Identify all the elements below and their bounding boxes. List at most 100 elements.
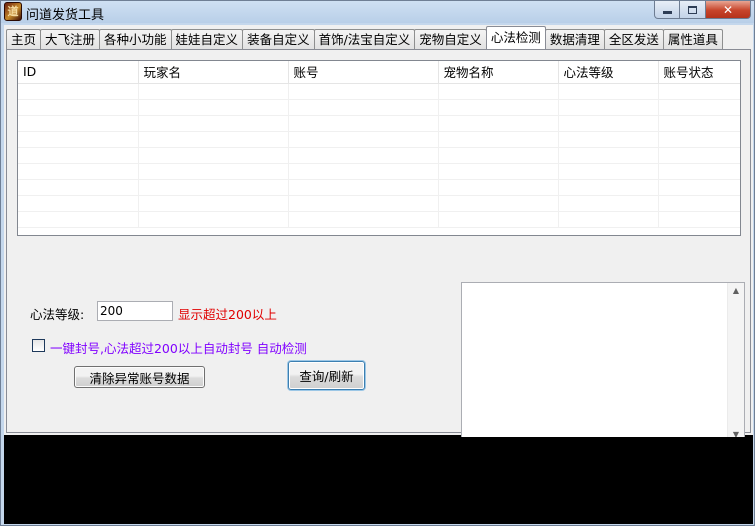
empty-grid-row xyxy=(18,131,740,148)
console-area xyxy=(4,437,753,524)
grid-cell xyxy=(288,179,439,196)
grid-cell xyxy=(288,163,439,180)
column-header[interactable]: 玩家名 xyxy=(138,61,289,84)
grid-cell xyxy=(288,131,439,148)
grid-cell xyxy=(18,99,139,116)
grid-cell xyxy=(558,211,659,228)
column-header[interactable]: ID xyxy=(18,61,139,84)
grid-cell xyxy=(438,179,559,196)
column-header[interactable]: 宠物名称 xyxy=(438,61,559,84)
grid-cell xyxy=(438,195,559,212)
scroll-up-icon[interactable]: ▲ xyxy=(728,283,744,299)
close-icon: ✕ xyxy=(722,2,734,17)
tab-page-xinfa-check: ID玩家名账号宠物名称心法等级账号状态 心法等级: 显示超过200以上 一键封号… xyxy=(6,49,751,444)
grid-cell xyxy=(18,163,139,180)
grid-cell xyxy=(18,83,139,100)
grid-cell xyxy=(288,195,439,212)
grid-cell xyxy=(558,99,659,116)
grid-cell xyxy=(18,179,139,196)
empty-grid-row xyxy=(18,147,740,164)
grid-cell xyxy=(658,195,740,212)
grid-cell xyxy=(438,131,559,148)
grid-cell xyxy=(288,115,439,132)
auto-ban-checkbox[interactable] xyxy=(32,339,45,352)
column-header[interactable]: 心法等级 xyxy=(558,61,659,84)
window-controls: ✕ xyxy=(654,1,751,19)
grid-cell xyxy=(138,211,289,228)
grid-body xyxy=(18,83,740,228)
grid-cell xyxy=(138,115,289,132)
grid-header-row: ID 玩家名 账号 宠物名称 心法等级 账号状态 xyxy=(18,61,740,84)
grid-cell xyxy=(288,83,439,100)
close-button[interactable]: ✕ xyxy=(706,1,751,19)
minimize-icon xyxy=(662,11,672,14)
tab-0[interactable]: 主页 xyxy=(6,29,42,49)
grid-cell xyxy=(658,115,740,132)
grid-cell xyxy=(438,163,559,180)
grid-cell xyxy=(438,83,559,100)
grid-cell xyxy=(438,99,559,116)
app-window: 道 问道发货工具 ✕ 主页 大飞注册 各种小功能 娃娃自定义 装备自定义 首饰/法宝自定义… xyxy=(0,0,755,526)
grid-cell xyxy=(138,99,289,116)
grid-cell xyxy=(558,195,659,212)
grid-cell xyxy=(658,179,740,196)
tab-strip: 主页 大飞注册 各种小功能 娃娃自定义 装备自定义 首饰/法宝自定义 宠物自定义 心法检测 数据… xyxy=(6,26,723,49)
tab-8[interactable]: 数据清理 xyxy=(544,29,605,49)
tab-1[interactable]: 大飞注册 xyxy=(40,29,101,49)
empty-grid-row xyxy=(18,83,740,100)
column-header[interactable]: 账号状态 xyxy=(658,61,740,84)
tab-10[interactable]: 属性道具 xyxy=(662,29,723,49)
level-input[interactable] xyxy=(97,301,173,321)
empty-grid-row xyxy=(18,99,740,116)
log-textbox[interactable]: ▲ ▼ xyxy=(461,282,745,444)
grid-cell xyxy=(658,83,740,100)
tab-4[interactable]: 装备自定义 xyxy=(242,29,315,49)
tab-7[interactable]: 心法检测 xyxy=(485,26,546,49)
grid-cell xyxy=(658,131,740,148)
log-scrollbar[interactable]: ▲ ▼ xyxy=(727,283,744,443)
empty-grid-row xyxy=(18,179,740,196)
empty-grid-row xyxy=(18,115,740,132)
app-logo-icon: 道 xyxy=(4,2,22,21)
column-header[interactable]: 账号 xyxy=(288,61,439,84)
query-refresh-button[interactable]: 查询/刷新 xyxy=(288,361,365,390)
grid-cell xyxy=(558,147,659,164)
grid-cell xyxy=(288,99,439,116)
grid-cell xyxy=(558,83,659,100)
grid-cell xyxy=(288,211,439,228)
level-label: 心法等级: xyxy=(30,307,85,322)
auto-ban-label[interactable]: 一键封号,心法超过200以上自动封号 自动检测 xyxy=(50,338,307,357)
maximize-button[interactable] xyxy=(680,1,706,19)
results-grid[interactable]: ID 玩家名 账号 宠物名称 心法等级 账号状态 xyxy=(17,60,741,236)
grid-cell xyxy=(288,147,439,164)
tab-9[interactable]: 全区发送 xyxy=(603,29,664,49)
tab-2[interactable]: 各种小功能 xyxy=(99,29,172,49)
client-area: 主页 大飞注册 各种小功能 娃娃自定义 装备自定义 首饰/法宝自定义 宠物自定义 心法检测 数据… xyxy=(4,25,753,524)
title-bar[interactable]: 道 问道发货工具 ✕ xyxy=(1,1,754,23)
grid-cell xyxy=(438,115,559,132)
grid-cell xyxy=(558,163,659,180)
empty-grid-row xyxy=(18,195,740,212)
grid-cell xyxy=(138,131,289,148)
grid-cell xyxy=(658,99,740,116)
grid-cell xyxy=(138,147,289,164)
tab-3[interactable]: 娃娃自定义 xyxy=(170,29,244,49)
grid-cell xyxy=(138,83,289,100)
grid-cell xyxy=(438,211,559,228)
grid-cell xyxy=(18,211,139,228)
grid-cell xyxy=(138,179,289,196)
grid-cell xyxy=(18,195,139,212)
maximize-icon xyxy=(688,5,697,14)
grid-cell xyxy=(658,147,740,164)
grid-cell xyxy=(18,115,139,132)
grid-cell xyxy=(658,163,740,180)
tab-5[interactable]: 首饰/法宝自定义 xyxy=(313,29,416,49)
grid-cell xyxy=(438,147,559,164)
grid-cell xyxy=(558,179,659,196)
grid-cell xyxy=(138,163,289,180)
minimize-button[interactable] xyxy=(654,1,680,19)
tab-6[interactable]: 宠物自定义 xyxy=(414,29,487,49)
window-title: 问道发货工具 xyxy=(26,8,105,23)
clear-abnormal-button[interactable]: 清除异常账号数据 xyxy=(74,366,205,388)
grid-cell xyxy=(658,211,740,228)
